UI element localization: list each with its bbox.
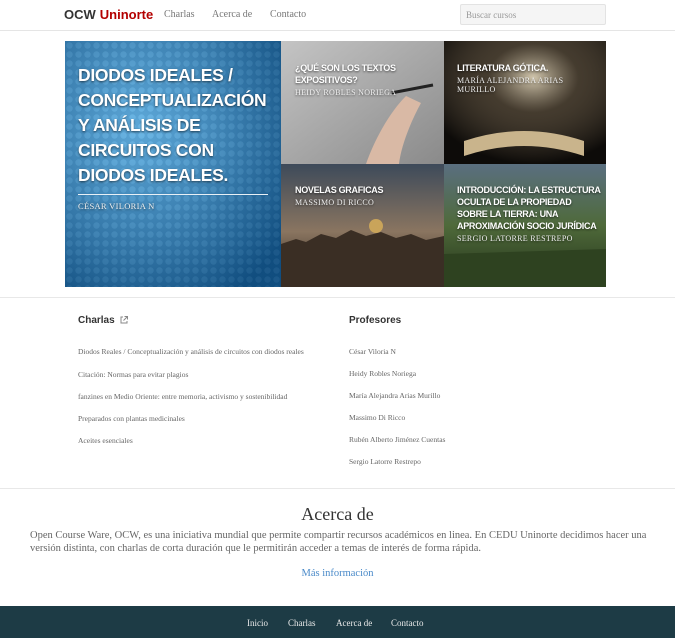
hand-writing-image	[281, 41, 444, 164]
tile-author: Heidy Robles Noriega	[295, 88, 397, 97]
profesor-link[interactable]: Heidy Robles Noriega	[349, 368, 569, 379]
footer-link-charlas[interactable]: Charlas	[288, 618, 316, 628]
section-divider	[0, 488, 675, 489]
search-input[interactable]	[460, 4, 606, 25]
featured-title: Diodos Ideales / Conceptualización y aná…	[78, 65, 267, 185]
profesor-link[interactable]: Sergio Latorre Restrepo	[349, 456, 569, 467]
open-book-image	[444, 41, 606, 164]
section-divider	[0, 297, 675, 298]
charla-link[interactable]: Preparados con plantas medicinales	[78, 413, 318, 424]
profesor-link[interactable]: María Alejandra Arias Murillo	[349, 390, 569, 401]
title-divider	[78, 194, 268, 195]
profesor-link[interactable]: Massimo Di Ricco	[349, 412, 569, 423]
more-info-link[interactable]: Más información	[0, 568, 675, 579]
footer-link-inicio[interactable]: Inicio	[247, 618, 268, 628]
charla-link[interactable]: Aceites esenciales	[78, 435, 318, 446]
tile-title: Literatura gótica.	[457, 63, 549, 73]
brand-accent: Uninorte	[99, 7, 154, 22]
top-navbar: OCW Uninorte Charlas Acerca de Contacto	[0, 0, 675, 31]
featured-talk-main[interactable]: Diodos Ideales / Conceptualización y aná…	[65, 41, 281, 287]
tile-title: Introducción: La estructura oculta de la…	[457, 185, 601, 231]
talk-tile-estructura-propiedad[interactable]: Introducción: La estructura oculta de la…	[444, 164, 606, 287]
profesores-list: César Viloria N Heidy Robles Noriega Mar…	[349, 346, 569, 467]
charla-link[interactable]: Diodos Reales / Conceptualización y anál…	[78, 346, 318, 357]
external-link-icon[interactable]	[119, 315, 129, 325]
tile-author: Sergio Latorre Restrepo	[457, 234, 573, 243]
charlas-list: Diodos Reales / Conceptualización y anál…	[78, 346, 318, 446]
footer-link-contacto[interactable]: Contacto	[391, 618, 424, 628]
footer: Inicio Charlas Acerca de Contacto	[0, 606, 675, 638]
talk-tile-textos-expositivos[interactable]: ¿Qué son los textos expositivos? Heidy R…	[281, 41, 444, 164]
nav-link-contacto[interactable]: Contacto	[270, 9, 306, 20]
tile-author: María Alejandra Arias Murillo	[457, 76, 564, 94]
profesor-link[interactable]: César Viloria N	[349, 346, 569, 357]
tile-title: ¿Qué son los textos expositivos?	[295, 63, 396, 85]
brand-prefix: OCW	[64, 7, 96, 22]
talk-tile-literatura-gotica[interactable]: Literatura gótica. María Alejandra Arias…	[444, 41, 606, 164]
footer-link-acerca-de[interactable]: Acerca de	[336, 618, 372, 628]
tile-author: Massimo Di Ricco	[295, 198, 375, 207]
about-title: Acerca de	[301, 504, 374, 524]
nav-link-charlas[interactable]: Charlas	[164, 9, 195, 20]
about-text: Open Course Ware, OCW, es una iniciativa…	[30, 530, 647, 554]
charlas-heading[interactable]: Charlas	[78, 315, 115, 326]
tile-title: Novelas graficas	[295, 185, 384, 195]
site-logo[interactable]: OCW Uninorte	[64, 7, 153, 22]
charla-link[interactable]: Citación: Normas para evitar plagios	[78, 369, 318, 380]
charla-link[interactable]: fanzines en Medio Oriente: entre memoria…	[78, 391, 318, 402]
profesor-link[interactable]: Rubén Alberto Jiménez Cuentas	[349, 434, 569, 445]
city-skyline-image	[281, 164, 444, 287]
featured-author: César Viloria N	[78, 201, 155, 211]
profesores-heading: Profesores	[349, 315, 402, 326]
talk-tile-novelas-graficas[interactable]: Novelas graficas Massimo Di Ricco	[281, 164, 444, 287]
nav-link-acerca-de[interactable]: Acerca de	[212, 9, 252, 20]
